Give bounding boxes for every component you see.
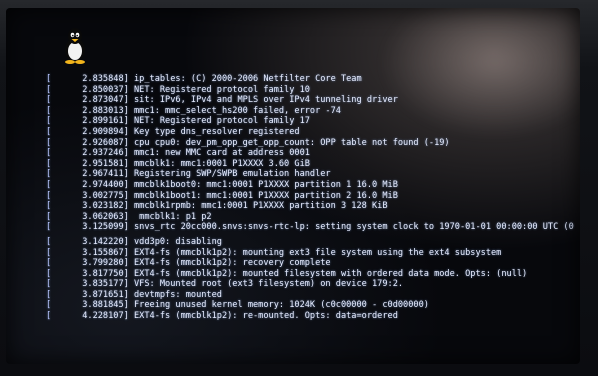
timestamp-bracket: [ — [46, 236, 52, 247]
log-message: mmcblk1: p1 p2 — [134, 211, 212, 222]
timestamp-bracket: [ — [46, 169, 52, 180]
timestamp-bracket: [ — [46, 148, 52, 159]
timestamp-bracket: [ — [46, 258, 52, 269]
timestamp-bracket: [ — [46, 268, 52, 279]
timestamp-bracket: [ — [46, 222, 52, 233]
console-line: [ 3.023182] mmcblk1rpmb: mmc1:0001 P1XXX… — [46, 201, 580, 212]
photo: [ 2.835848] ip_tables: (C) 2000-2006 Net… — [0, 0, 598, 376]
log-message: mmcblk1boot1: mmc1:0001 P1XXXX partition… — [134, 190, 398, 201]
timestamp: 3.062063] — [82, 211, 129, 222]
console-line: [ 3.817750] EXT4-fs (mmcblk1p2): mounted… — [46, 269, 580, 280]
log-message: Key type dns_resolver registered — [134, 126, 300, 137]
console-line: [ 2.883013] mmc1: mmc_select_hs200 faile… — [46, 106, 580, 117]
timestamp: 2.873047] — [82, 95, 129, 106]
timestamp: 2.909894] — [82, 126, 129, 137]
timestamp: 3.125099] — [82, 222, 129, 233]
log-message: vdd3p0: disabling — [134, 236, 222, 247]
console-line: [ 3.799280] EXT4-fs (mmcblk1p2): recover… — [46, 258, 580, 269]
log-message: EXT4-fs (mmcblk1p2): mounted filesystem … — [134, 268, 528, 279]
timestamp: 2.899161] — [82, 116, 129, 127]
log-message: EXT4-fs (mmcblk1p2): re-mounted. Opts: d… — [134, 311, 398, 322]
timestamp: 2.951581] — [82, 158, 129, 169]
console-line: [ 3.002775] mmcblk1boot1: mmc1:0001 P1XX… — [46, 191, 580, 202]
timestamp: 2.835848] — [82, 74, 129, 84]
console-line: [ 2.937246] mmc1: new MMC card at addres… — [46, 148, 580, 159]
timestamp-bracket: [ — [46, 158, 52, 169]
console-line: [ 2.951581] mmcblk1: mmc1:0001 P1XXXX 3.… — [46, 159, 580, 170]
log-message: devtmpfs: mounted — [134, 289, 222, 300]
console-line: [ 2.909894] Key type dns_resolver regist… — [46, 127, 580, 138]
timestamp: 3.002775] — [82, 190, 129, 201]
timestamp-bracket: [ — [46, 201, 52, 212]
timestamp-bracket: [ — [46, 300, 52, 311]
console-line: [ 2.835848] ip_tables: (C) 2000-2006 Net… — [46, 74, 580, 85]
timestamp: 2.850037] — [82, 84, 129, 95]
timestamp-bracket: [ — [46, 126, 52, 137]
log-message: mmc1: new MMC card at address 0001 — [134, 148, 310, 159]
log-message: ip_tables: (C) 2000-2006 Netfilter Core … — [134, 74, 362, 84]
timestamp: 2.883013] — [82, 105, 129, 116]
console-screen: [ 2.835848] ip_tables: (C) 2000-2006 Net… — [6, 8, 580, 364]
timestamp: 2.926087] — [82, 137, 129, 148]
timestamp-bracket: [ — [46, 74, 52, 84]
log-message: NET: Registered protocol family 17 — [134, 116, 310, 127]
log-message: EXT4-fs (mmcblk1p2): mounting ext3 file … — [134, 247, 502, 258]
console-line: [ 2.873047] sit: IPv6, IPv4 and MPLS ove… — [46, 95, 580, 106]
timestamp-bracket: [ — [46, 137, 52, 148]
log-message: mmcblk1: mmc1:0001 P1XXXX 3.60 GiB — [134, 158, 310, 169]
timestamp: 3.023182] — [82, 201, 129, 212]
timestamp-bracket: [ — [46, 279, 52, 290]
log-message: mmcblk1rpmb: mmc1:0001 P1XXXX partition … — [134, 201, 388, 212]
console-line: [ 3.835177] VFS: Mounted root (ext3 file… — [46, 279, 580, 290]
console-line: [ 3.142220] vdd3p0: disabling — [46, 237, 580, 248]
timestamp-bracket: [ — [46, 116, 52, 127]
log-message: cpu cpu0: dev_pm_opp_get_opp_count: OPP … — [134, 137, 450, 148]
timestamp-bracket: [ — [46, 311, 52, 322]
console-line: [ 2.974400] mmcblk1boot0: mmc1:0001 P1XX… — [46, 180, 580, 191]
console-line: [ 3.125099] snvs_rtc 20cc000.snvs:snvs-r… — [46, 222, 580, 233]
timestamp: 4.228107] — [82, 311, 129, 322]
log-message: mmcblk1boot0: mmc1:0001 P1XXXX partition… — [134, 179, 398, 190]
timestamp-bracket: [ — [46, 84, 52, 95]
log-message: NET: Registered protocol family 10 — [134, 84, 310, 95]
console-line: [ 2.850037] NET: Registered protocol fam… — [46, 85, 580, 96]
log-message: Freeing unused kernel memory: 1024K (c0c… — [134, 300, 429, 311]
log-message: mmc1: mmc_select_hs200 failed, error -74 — [134, 105, 341, 116]
console-line: [ 3.881845] Freeing unused kernel memory… — [46, 300, 580, 311]
timestamp: 3.881845] — [82, 300, 129, 311]
log-message: EXT4-fs (mmcblk1p2): recovery complete — [134, 258, 331, 269]
console-line: [ 3.871651] devtmpfs: mounted — [46, 290, 580, 301]
console-line: [ 3.062063] mmcblk1: p1 p2 — [46, 212, 580, 223]
timestamp: 2.974400] — [82, 179, 129, 190]
timestamp-bracket: [ — [46, 95, 52, 106]
log-message: snvs_rtc 20cc000.snvs:snvs-rtc-lp: setti… — [134, 222, 574, 233]
boot-console-log: [ 2.835848] ip_tables: (C) 2000-2006 Net… — [46, 74, 580, 322]
log-message: VFS: Mounted root (ext3 filesystem) on d… — [134, 279, 404, 290]
console-line: [ 2.967411] Registering SWP/SWPB emulati… — [46, 169, 580, 180]
timestamp: 3.142220] — [82, 236, 129, 247]
timestamp: 3.155867] — [82, 247, 129, 258]
log-message: sit: IPv6, IPv4 and MPLS over IPv4 tunne… — [134, 95, 398, 106]
timestamp: 3.817750] — [82, 268, 129, 279]
tux-penguin-icon — [65, 28, 85, 64]
timestamp-bracket: [ — [46, 247, 52, 258]
timestamp-bracket: [ — [46, 105, 52, 116]
timestamp: 3.871651] — [82, 289, 129, 300]
timestamp-bracket: [ — [46, 289, 52, 300]
timestamp: 3.835177] — [82, 279, 129, 290]
console-line: [ 4.228107] EXT4-fs (mmcblk1p2): re-moun… — [46, 311, 580, 322]
timestamp-bracket: [ — [46, 190, 52, 201]
log-message: Registering SWP/SWPB emulation handler — [134, 169, 331, 180]
timestamp: 2.967411] — [82, 169, 129, 180]
console-line: [ 2.926087] cpu cpu0: dev_pm_opp_get_opp… — [46, 138, 580, 149]
console-line: [ 3.155867] EXT4-fs (mmcblk1p2): mountin… — [46, 248, 580, 259]
timestamp: 2.937246] — [82, 148, 129, 159]
timestamp-bracket: [ — [46, 211, 52, 222]
timestamp: 3.799280] — [82, 258, 129, 269]
console-line: [ 2.899161] NET: Registered protocol fam… — [46, 116, 580, 127]
timestamp-bracket: [ — [46, 179, 52, 190]
